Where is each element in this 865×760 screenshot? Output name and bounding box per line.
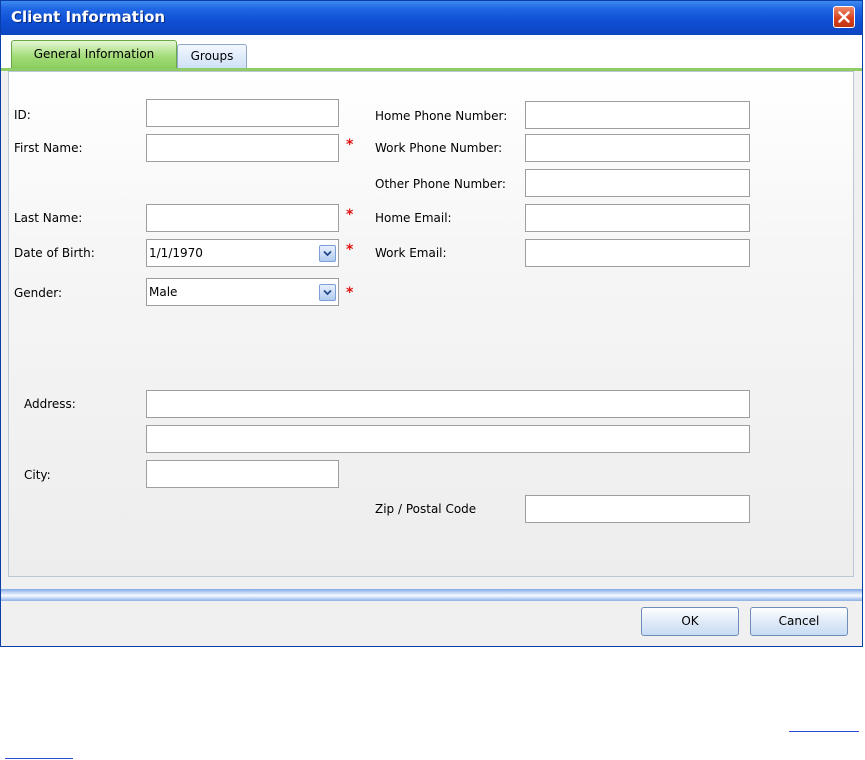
- ok-button[interactable]: OK: [641, 607, 739, 636]
- home-phone-label: Home Phone Number:: [375, 109, 508, 123]
- address-label: Address:: [24, 397, 76, 411]
- city-input[interactable]: [146, 460, 339, 488]
- title-bar[interactable]: Client Information: [1, 1, 862, 35]
- footer-divider: [1, 589, 862, 601]
- gender-dropdown[interactable]: Male: [146, 278, 339, 306]
- date-of-birth-dropdown[interactable]: 1/1/1970: [146, 239, 339, 267]
- tab-strip: General Information Groups: [1, 35, 862, 69]
- tab-general-information[interactable]: General Information: [11, 40, 177, 69]
- home-phone-input[interactable]: [525, 101, 750, 129]
- home-email-input[interactable]: [525, 204, 750, 232]
- city-label: City:: [24, 468, 51, 482]
- last-name-required-marker: *: [346, 207, 354, 223]
- date-of-birth-dropdown-button[interactable]: [319, 245, 336, 262]
- window-title: Client Information: [11, 8, 166, 26]
- chevron-down-icon: [323, 250, 332, 257]
- gender-label: Gender:: [14, 286, 63, 300]
- date-of-birth-label: Date of Birth:: [14, 246, 95, 260]
- work-phone-input[interactable]: [525, 134, 750, 162]
- general-information-panel: ID: First Name: * Last Name: * Date of B…: [8, 71, 854, 577]
- id-label: ID:: [14, 108, 31, 122]
- close-button[interactable]: [833, 6, 855, 28]
- work-email-input[interactable]: [525, 239, 750, 267]
- work-phone-label: Work Phone Number:: [375, 141, 503, 155]
- other-phone-input[interactable]: [525, 169, 750, 197]
- last-name-input[interactable]: [146, 204, 339, 232]
- home-email-label: Home Email:: [375, 211, 452, 225]
- other-phone-label: Other Phone Number:: [375, 177, 506, 191]
- first-name-required-marker: *: [346, 137, 354, 153]
- gender-dropdown-button[interactable]: [319, 284, 336, 301]
- first-name-input[interactable]: [146, 134, 339, 162]
- work-email-label: Work Email:: [375, 246, 447, 260]
- first-name-label: First Name:: [14, 141, 83, 155]
- date-of-birth-required-marker: *: [346, 242, 354, 258]
- close-icon: [838, 11, 850, 23]
- link-underline-fragment: [789, 731, 859, 732]
- zip-label: Zip / Postal Code: [375, 502, 477, 516]
- last-name-label: Last Name:: [14, 211, 83, 225]
- address-line1-input[interactable]: [146, 390, 750, 418]
- id-input[interactable]: [146, 99, 339, 127]
- zip-input[interactable]: [525, 495, 750, 523]
- chevron-down-icon: [323, 289, 332, 296]
- tab-groups[interactable]: Groups: [177, 44, 247, 69]
- gender-value: Male: [149, 285, 178, 299]
- address-line2-input[interactable]: [146, 425, 750, 453]
- date-of-birth-value: 1/1/1970: [149, 246, 203, 260]
- cancel-button[interactable]: Cancel: [750, 607, 848, 636]
- client-information-dialog: Client Information General Information G…: [0, 0, 863, 647]
- gender-required-marker: *: [346, 285, 354, 301]
- link-underline-fragment: [5, 758, 73, 759]
